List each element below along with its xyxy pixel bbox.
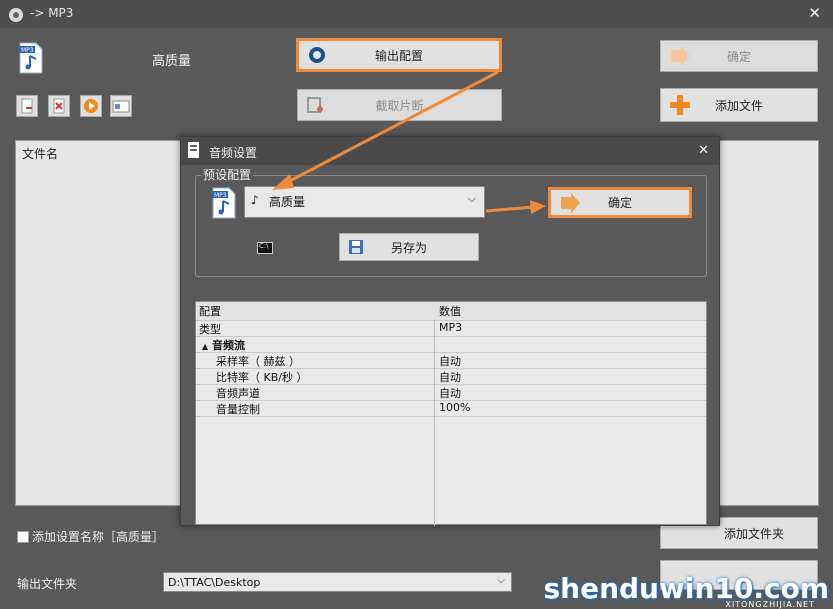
- grid-column-divider: [434, 320, 435, 526]
- remove-file-button[interactable]: [16, 95, 38, 117]
- plus-icon: [670, 95, 690, 115]
- grid-row-name: 音量控制: [216, 403, 260, 416]
- dialog-mp3-icon: MP3: [211, 187, 237, 222]
- command-prompt-icon: C:\: [257, 242, 273, 254]
- film-cut-icon: [307, 97, 323, 113]
- document-icon: [188, 142, 199, 158]
- file-delete-icon: [53, 98, 65, 114]
- ok-button-main[interactable]: 确定: [660, 40, 818, 72]
- preset-chevron-down-icon: ⌵: [467, 192, 476, 205]
- gear-icon: [309, 47, 325, 63]
- save-disk-icon: [349, 240, 363, 254]
- grid-row-name: 采样率（ 赫兹 ）: [216, 355, 300, 368]
- clip-label: 截取片断: [375, 98, 424, 113]
- add-file-button[interactable]: 添加文件: [660, 88, 818, 122]
- grid-row-bitrate[interactable]: 比特率（ KB/秒 ） 自动: [196, 368, 706, 385]
- ok-label-main: 确定: [726, 49, 751, 64]
- dialog-ok-label: 确定: [607, 196, 632, 210]
- grid-row-channels[interactable]: 音频声道 自动: [196, 384, 706, 401]
- dialog-close-icon[interactable]: ✕: [698, 143, 709, 158]
- grid-row-volume[interactable]: 音量控制 100%: [196, 400, 706, 417]
- grid-row-value: 自动: [439, 387, 461, 400]
- dialog-ok-button[interactable]: 确定: [548, 187, 692, 218]
- dialog-title-bar: 音频设置 ✕: [181, 137, 719, 165]
- output-folder-label: 输出文件夹: [17, 577, 78, 591]
- music-note-icon: ♪: [251, 193, 259, 207]
- output-config-label: 输出配置: [374, 48, 423, 63]
- grid-row-sample-rate[interactable]: 采样率（ 赫兹 ） 自动: [196, 352, 706, 369]
- quality-label: 高质量: [152, 54, 192, 69]
- grid-row-value: 自动: [439, 355, 461, 368]
- add-file-label: 添加文件: [714, 98, 763, 113]
- output-folder-select[interactable]: D:\TTAC\Desktop ⌵: [163, 572, 512, 592]
- save-as-button[interactable]: 另存为: [339, 233, 479, 261]
- settings-grid: 配置 数值 类型 MP3 ▲ 音频流 采样率（ 赫兹 ） 自动 比特率（ KB/…: [195, 301, 707, 526]
- clip-button[interactable]: 截取片断: [297, 89, 502, 121]
- grid-row-value: 自动: [439, 371, 461, 384]
- dialog-arrow-right-icon: [561, 192, 580, 213]
- preset-select-value: 高质量: [269, 195, 306, 209]
- arrow-right-icon: [671, 46, 690, 66]
- app-icon: [9, 8, 23, 22]
- play-button[interactable]: [80, 95, 102, 117]
- window-title: -> MP3: [30, 6, 74, 20]
- grid-header: 配置 数值: [196, 302, 706, 321]
- checkbox-box[interactable]: [17, 530, 29, 543]
- dialog-title: 音频设置: [209, 146, 258, 160]
- play-icon: [84, 99, 98, 113]
- collapse-triangle-icon[interactable]: ▲: [202, 342, 208, 351]
- grid-row-name: 比特率（ KB/秒 ）: [216, 371, 308, 384]
- output-config-button[interactable]: 输出配置: [296, 38, 502, 72]
- title-bar: -> MP3 ✕: [0, 0, 833, 28]
- checkbox-label: 添加设置名称［高质量］: [32, 530, 165, 544]
- info-button[interactable]: [110, 95, 132, 117]
- grid-row-value: 100%: [439, 401, 471, 414]
- audio-settings-dialog: 音频设置 ✕ 预设配置 MP3 ♪ 高质量 ⌵ 确定 C:\ 另存为 配置 数值…: [180, 136, 720, 526]
- add-setting-name-checkbox[interactable]: 添加设置名称［高质量］: [17, 528, 164, 545]
- preset-select[interactable]: ♪ 高质量 ⌵: [244, 186, 485, 218]
- info-card-icon: [112, 100, 130, 113]
- grid-row-value: MP3: [439, 321, 463, 334]
- preset-group-label: 预设配置: [201, 166, 254, 183]
- add-folder-label: 添加文件夹: [723, 526, 784, 541]
- grid-header-name: 配置: [199, 305, 221, 318]
- grid-row-audio-stream[interactable]: ▲ 音频流: [196, 336, 706, 353]
- grid-row-name: 类型: [199, 323, 221, 336]
- clear-list-button[interactable]: [48, 95, 70, 117]
- chevron-down-icon: ⌵: [497, 575, 505, 586]
- grid-row-type[interactable]: 类型 MP3: [196, 320, 706, 337]
- grid-row-name: ▲ 音频流: [202, 339, 245, 352]
- svg-text:MP3: MP3: [214, 192, 227, 199]
- window-close-icon[interactable]: ✕: [808, 4, 821, 22]
- file-remove-icon: [21, 98, 33, 114]
- watermark-sub: XITONGZHIJIA.NET: [725, 600, 815, 609]
- output-folder-value: D:\TTAC\Desktop: [168, 576, 261, 589]
- grid-header-value: 数值: [439, 305, 461, 318]
- svg-text:MP3: MP3: [21, 47, 34, 54]
- mp3-file-icon: MP3: [18, 42, 44, 74]
- grid-row-name: 音频声道: [216, 387, 260, 400]
- file-list-header: 文件名: [22, 147, 59, 161]
- save-as-label: 另存为: [390, 240, 427, 255]
